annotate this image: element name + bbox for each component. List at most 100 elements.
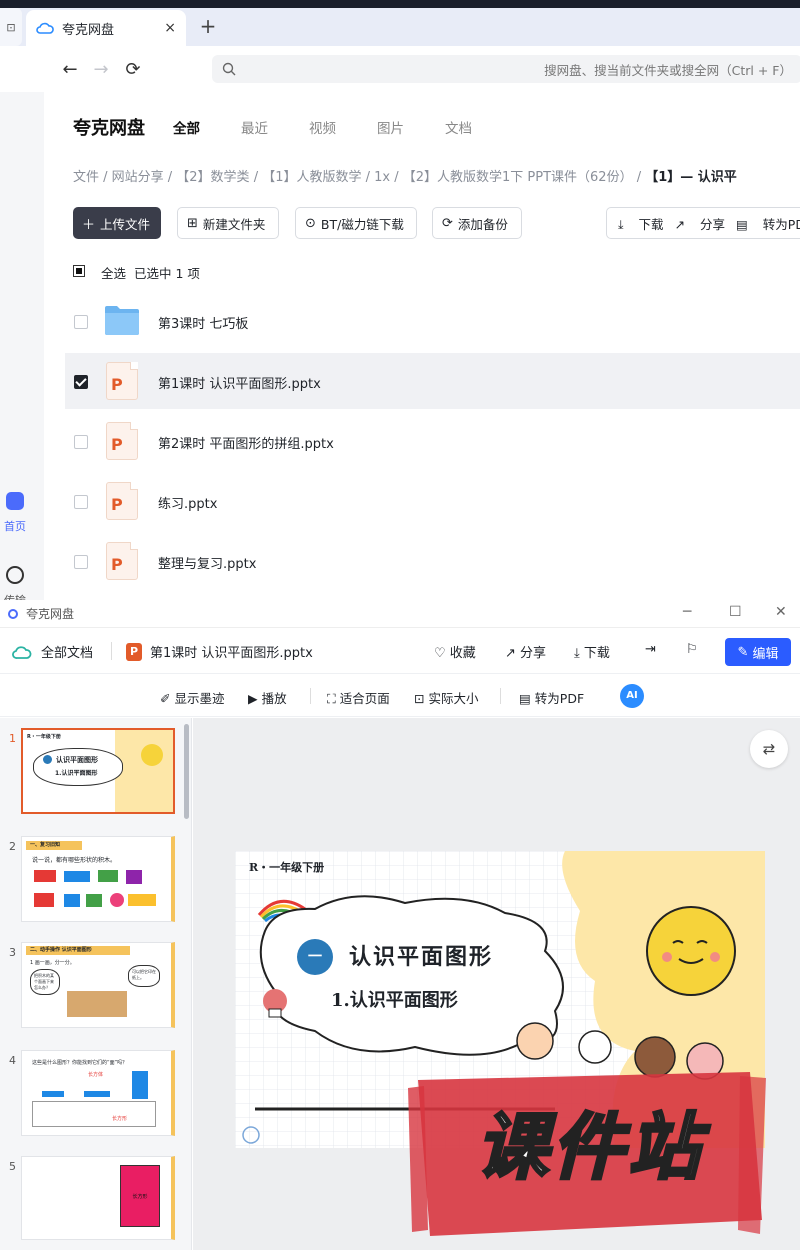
preview-download-button[interactable]: ⤓ 下载 (574, 642, 610, 661)
slide-title: 认识平面图形 (349, 944, 494, 970)
reload-button[interactable]: ⟳ (122, 58, 144, 80)
breadcrumb-path[interactable]: 文件 / 网站分享 / 【2】数学类 / 【1】人教版数学 / 1x / 【2】… (73, 170, 645, 185)
preview-header (0, 630, 800, 674)
divider (500, 688, 501, 704)
thumb-bg-decoration (115, 730, 173, 812)
favorite-label: 收藏 (449, 646, 476, 661)
back-button[interactable]: ← (59, 58, 81, 80)
tab-image[interactable]: 图片 (377, 117, 404, 137)
pptx-icon: P (106, 422, 138, 460)
thumbnail-scrollbar[interactable] (184, 724, 189, 819)
search-placeholder: 搜网盘、搜当前文件夹或搜全网（Ctrl + F） (544, 62, 792, 78)
brand-title: 夸克网盘 (73, 118, 145, 139)
home-icon[interactable] (6, 492, 24, 510)
cloud-icon (12, 646, 32, 659)
show-ink-button[interactable]: ✐ 显示墨迹 (160, 688, 224, 707)
preview-download-label: 下载 (583, 646, 610, 661)
thumb2-block (86, 894, 102, 907)
tab-doc[interactable]: 文档 (445, 117, 472, 137)
sidebar-item-home[interactable]: 首页 (4, 518, 26, 534)
all-docs-link[interactable]: 全部文档 (41, 642, 93, 661)
thumb4-cuboid (42, 1091, 64, 1097)
thumb4-question: 这些是什么图形？你能找到它们的“面”吗？ (32, 1060, 128, 1066)
slide-number: 1 (9, 732, 16, 745)
slide-thumbnail-4[interactable]: 这些是什么图形？你能找到它们的“面”吗？ 长方体 长方形 (21, 1050, 175, 1136)
search-icon (222, 62, 236, 76)
select-all-checkbox[interactable] (73, 265, 85, 277)
convert-pdf-label: 转为PDF (534, 691, 585, 706)
thumb1-cloud (33, 748, 123, 786)
bt-download-button[interactable]: ⊙ BT/磁力链下载 (295, 207, 417, 239)
download-label: 下载 (638, 216, 664, 232)
file-name[interactable]: 第1课时 认识平面图形.pptx (158, 373, 321, 392)
actual-size-button[interactable]: ⊡ 实际大小 (414, 688, 478, 707)
ai-assistant-button[interactable]: AI (620, 684, 644, 708)
favorite-button[interactable]: ♡ 收藏 (434, 642, 476, 661)
preview-share-button[interactable]: ↗ 分享 (505, 642, 546, 661)
cloud-icon (36, 22, 54, 34)
row-checkbox[interactable] (74, 315, 88, 329)
share-button[interactable]: ↗ 分享 (675, 214, 725, 233)
folder-icon (105, 306, 139, 335)
tab-video[interactable]: 视频 (309, 117, 336, 137)
select-all-label: 全选 已选中 1 项 (101, 263, 200, 282)
slide-subtitle: 1.认识平面图形 (331, 990, 458, 1011)
file-name[interactable]: 整理与复习.pptx (158, 553, 256, 572)
play-button[interactable]: ▶ 播放 (248, 688, 287, 707)
thumb3-question: 1 画一画，分一分。 (30, 960, 75, 966)
open-external-icon[interactable]: ⇥ (645, 642, 656, 657)
thumb2-block (34, 870, 56, 882)
forward-button[interactable]: → (90, 58, 112, 80)
upload-label: 上传文件 (100, 216, 151, 232)
selected-count: 已选中 1 项 (133, 266, 200, 281)
thumb2-block (98, 870, 118, 882)
close-icon[interactable]: ✕ (775, 604, 787, 620)
thumb1-num (43, 755, 52, 764)
slide-thumbnail-2[interactable]: 一、复习旧知 说一说，都有哪些形状的积木。 (21, 836, 175, 922)
transfer-icon[interactable] (6, 566, 24, 584)
tab-search-icon[interactable]: ⊡ (0, 8, 22, 46)
thumb3-header: 二、动手操作 认识平面图形 (26, 946, 130, 955)
thumb4-label: 长方形 (112, 1116, 128, 1122)
tab-close-icon[interactable]: × (164, 20, 176, 36)
select-all-text[interactable]: 全选 (101, 266, 126, 281)
new-tab-button[interactable]: + (196, 12, 220, 40)
file-name[interactable]: 第2课时 平面图形的拼组.pptx (158, 433, 334, 452)
breadcrumb[interactable]: 文件 / 网站分享 / 【2】数学类 / 【1】人教版数学 / 1x / 【2】… (73, 166, 800, 185)
file-action-group: ⤓ 下载 ↗ 分享 ▤ 转为PDF (606, 207, 800, 239)
slide-thumbnail-5[interactable]: 长方形 (21, 1156, 175, 1240)
file-name[interactable]: 练习.pptx (158, 493, 217, 512)
preview-file-name: 第1课时 认识平面图形.pptx (150, 646, 313, 661)
file-name[interactable]: 第3课时 七巧板 (158, 313, 248, 332)
download-button[interactable]: ⤓ 下载 (618, 214, 664, 233)
add-backup-button[interactable]: ⟳ 添加备份 (432, 207, 522, 239)
tab-all[interactable]: 全部 (173, 117, 200, 137)
row-checkbox[interactable] (74, 375, 88, 389)
sidebar-item-transfer[interactable]: 传输 (4, 592, 26, 600)
backup-icon: ⟳ (442, 215, 453, 231)
sync-view-icon[interactable]: ⇄ (750, 730, 788, 768)
maximize-icon[interactable]: ☐ (729, 604, 742, 620)
slide-thumbnail-3[interactable]: 二、动手操作 认识平面图形 1 画一画，分一分。 把积木的某个面画下来怎么办？ … (21, 942, 175, 1028)
row-checkbox[interactable] (74, 435, 88, 449)
browser-tab[interactable]: 夸克网盘 × (26, 10, 186, 46)
slide-number: 5 (9, 1160, 16, 1173)
minimize-icon[interactable]: ─ (683, 604, 691, 620)
to-pdf-button[interactable]: ▤ 转为PDF (736, 214, 800, 233)
slide-thumbnail-1[interactable]: R・一年级下册 认识平面图形 1.认识平面图形 (21, 728, 175, 814)
row-checkbox[interactable] (74, 495, 88, 509)
new-folder-button[interactable]: ⊞ 新建文件夹 (177, 207, 279, 239)
preview-toolbar (0, 675, 800, 717)
edit-button[interactable]: ✎ 编辑 (725, 638, 791, 666)
upload-button[interactable]: ＋上传文件 (73, 207, 161, 239)
thumb2-header: 一、复习旧知 (26, 841, 82, 850)
row-checkbox[interactable] (74, 555, 88, 569)
feedback-icon[interactable]: ⚐ (686, 642, 698, 657)
thumb1-grade: R・一年级下册 (27, 734, 61, 740)
fit-page-button[interactable]: ⛶ 适合页面 (327, 688, 390, 707)
pptx-icon: P (106, 542, 138, 580)
search-input[interactable]: 搜网盘、搜当前文件夹或搜全网（Ctrl + F） (212, 55, 800, 83)
convert-pdf-button[interactable]: ▤ 转为PDF (519, 688, 584, 707)
folder-plus-icon: ⊞ (187, 215, 198, 231)
tab-recent[interactable]: 最近 (241, 117, 268, 137)
